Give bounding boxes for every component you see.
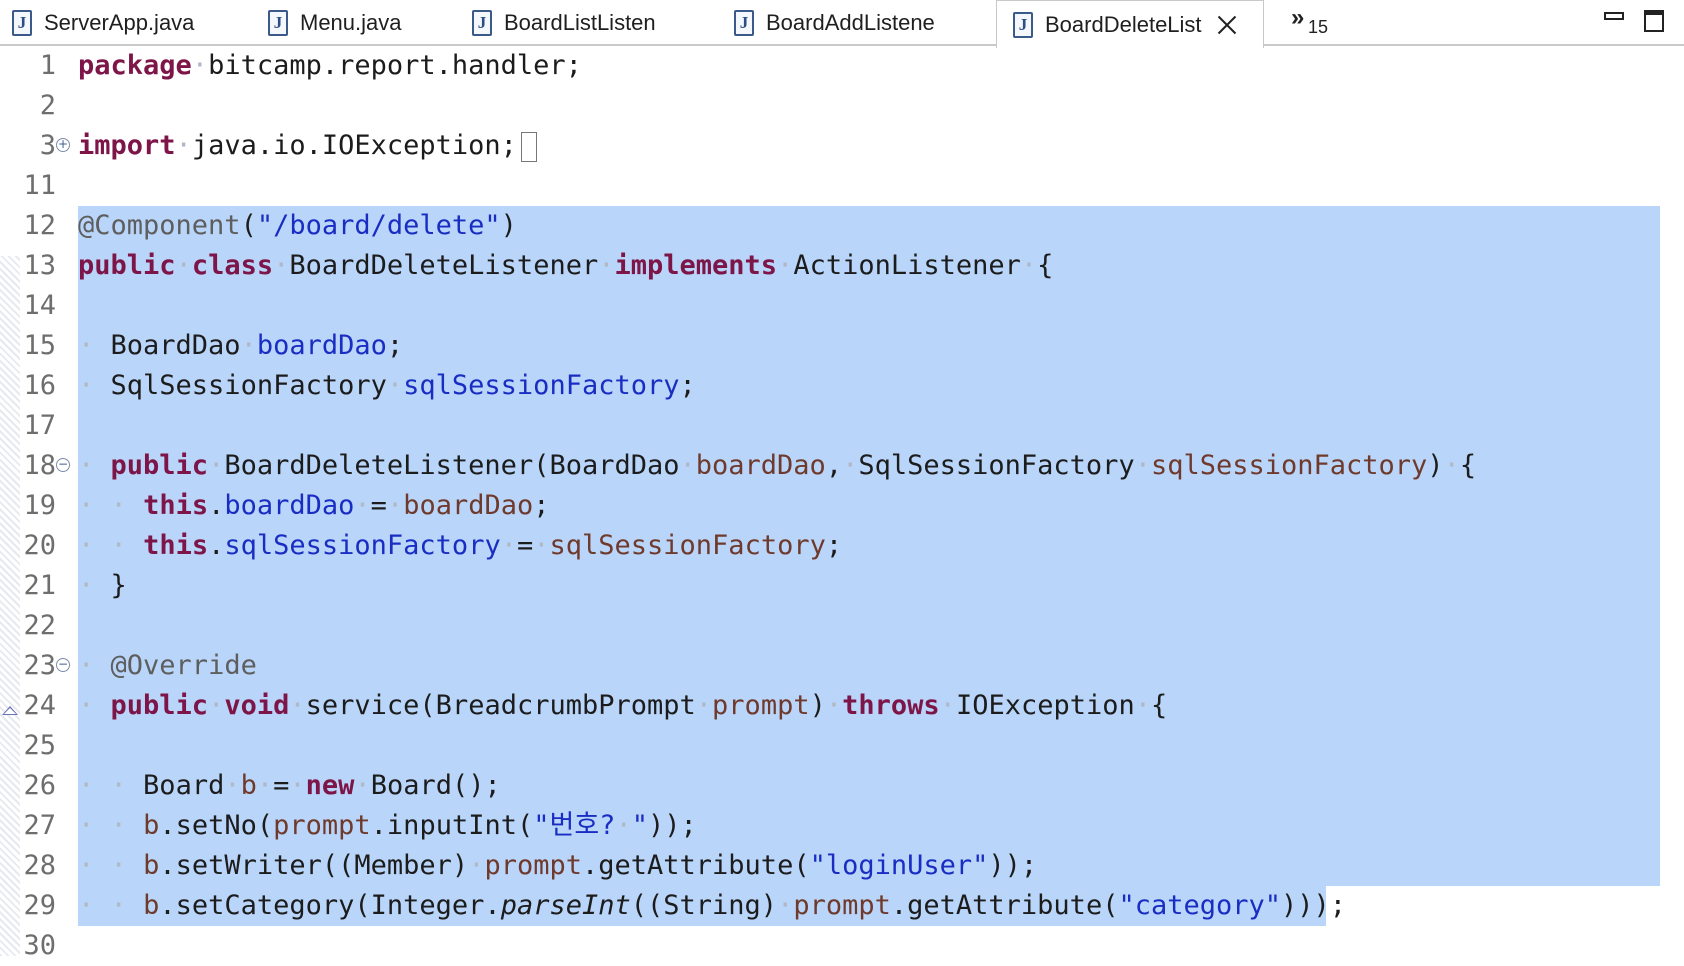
line-number: 16: [23, 370, 56, 401]
line-number: 24: [23, 690, 56, 721]
java-file-icon: J: [734, 10, 754, 36]
code-line: 25: [0, 726, 1684, 766]
code-line: 11: [0, 166, 1684, 206]
line-number: 29: [23, 890, 56, 921]
tab-label: BoardListListen: [504, 10, 656, 35]
java-file-icon: J: [268, 10, 288, 36]
code-text: import·java.io.IOException;: [78, 126, 537, 166]
code-text: @Component("/board/delete"): [78, 210, 517, 241]
line-number: 20: [23, 530, 56, 561]
line-number: 11: [23, 170, 56, 201]
code-line: 3 + import·java.io.IOException;: [0, 126, 1684, 166]
line-number: 22: [23, 610, 56, 641]
code-text: · public·void·service(BreadcrumbPrompt·p…: [78, 690, 1168, 721]
code-text: · public·BoardDeleteListener(BoardDao·bo…: [78, 450, 1477, 481]
code-line: 17: [0, 406, 1684, 446]
code-text: · @Override: [78, 650, 257, 681]
tab-label: BoardAddListene: [766, 10, 935, 35]
tab-menu[interactable]: J Menu.java: [268, 0, 402, 46]
code-text: · }: [78, 570, 127, 601]
code-line: 21 · }: [0, 566, 1684, 606]
collapse-fold-icon[interactable]: −: [56, 458, 70, 472]
tab-label: ServerApp.java: [44, 10, 195, 35]
code-line: 26 · · Board·b·=·new·Board();: [0, 766, 1684, 806]
expand-fold-icon[interactable]: +: [56, 138, 70, 152]
tab-serverapp[interactable]: J ServerApp.java: [12, 0, 194, 46]
minimize-icon[interactable]: [1604, 12, 1624, 20]
line-number: 2: [39, 90, 56, 121]
line-number: 21: [23, 570, 56, 601]
tab-label: Menu.java: [300, 10, 402, 35]
folded-code-marker[interactable]: [520, 131, 537, 162]
editor-tab-bar: J ServerApp.java J Menu.java J BoardList…: [0, 0, 1684, 48]
line-number: 28: [23, 850, 56, 881]
java-file-icon: J: [472, 10, 492, 36]
java-file-icon: J: [1013, 11, 1033, 38]
line-number: 1: [39, 50, 56, 81]
code-line: 14: [0, 286, 1684, 326]
code-line: 22: [0, 606, 1684, 646]
tab-overflow-icon[interactable]: »: [1291, 4, 1304, 32]
tab-boarddeletelist[interactable]: J BoardDeleteList: [996, 0, 1264, 48]
code-text: · · b.setCategory(Integer.parseInt((Stri…: [78, 890, 1347, 921]
line-number: 30: [23, 930, 56, 961]
line-number: 23: [23, 650, 56, 681]
code-line: 19 · · this.boardDao·=·boardDao;: [0, 486, 1684, 526]
code-text: · · Board·b·=·new·Board();: [78, 770, 501, 801]
code-line: 30: [0, 926, 1684, 966]
code-line: 27 · · b.setNo(prompt.inputInt("번호?·"));: [0, 806, 1684, 846]
tab-label: BoardDeleteList: [1045, 11, 1202, 37]
collapse-fold-icon[interactable]: −: [56, 658, 70, 672]
code-text: · BoardDao·boardDao;: [78, 330, 404, 361]
line-number: 18: [23, 450, 56, 481]
line-number: 15: [23, 330, 56, 361]
selection-highlight: [78, 646, 1660, 686]
java-file-icon: J: [12, 10, 32, 36]
line-number: 12: [23, 210, 56, 241]
line-number: 3: [39, 130, 56, 161]
line-number: 14: [23, 290, 56, 321]
selection-highlight: [78, 606, 1660, 646]
code-line: 2: [0, 86, 1684, 126]
line-number: 25: [23, 730, 56, 761]
close-tab-icon[interactable]: [1216, 14, 1238, 36]
tab-boardlistlisten[interactable]: J BoardListListen: [472, 0, 656, 46]
line-number: 19: [23, 490, 56, 521]
maximize-icon[interactable]: [1644, 10, 1664, 32]
code-line: 13 public·class·BoardDeleteListener·impl…: [0, 246, 1684, 286]
tab-boardaddlistene[interactable]: J BoardAddListene: [734, 0, 935, 46]
code-line: 16 · SqlSessionFactory·sqlSessionFactory…: [0, 366, 1684, 406]
selection-highlight: [78, 406, 1660, 446]
selection-highlight: [78, 566, 1660, 606]
code-line: 18 − · public·BoardDeleteListener(BoardD…: [0, 446, 1684, 486]
code-text: · · b.setNo(prompt.inputInt("번호?·"));: [78, 810, 697, 841]
code-line: 29 · · b.setCategory(Integer.parseInt((S…: [0, 886, 1684, 926]
code-text: public·class·BoardDeleteListener·impleme…: [78, 250, 1054, 281]
code-line: 24 · public·void·service(BreadcrumbPromp…: [0, 686, 1684, 726]
line-number: 26: [23, 770, 56, 801]
tab-overflow-count[interactable]: 15: [1308, 17, 1328, 38]
code-line: 23 − · @Override: [0, 646, 1684, 686]
code-text: · · b.setWriter((Member)·prompt.getAttri…: [78, 850, 1038, 881]
line-number: 13: [23, 250, 56, 281]
code-line: 12 @Component("/board/delete"): [0, 206, 1684, 246]
code-line: 15 · BoardDao·boardDao;: [0, 326, 1684, 366]
code-line: 28 · · b.setWriter((Member)·prompt.getAt…: [0, 846, 1684, 886]
code-line: 1 package·bitcamp.report.handler;: [0, 46, 1684, 86]
code-text: package·bitcamp.report.handler;: [78, 50, 582, 81]
code-text: · SqlSessionFactory·sqlSessionFactory;: [78, 370, 696, 401]
code-editor[interactable]: 1 package·bitcamp.report.handler; 2 3 + …: [0, 46, 1684, 961]
line-number: 17: [23, 410, 56, 441]
line-number: 27: [23, 810, 56, 841]
selection-highlight: [78, 286, 1660, 326]
code-text: · · this.sqlSessionFactory·=·sqlSessionF…: [78, 530, 843, 561]
selection-highlight: [78, 726, 1660, 766]
code-line: 20 · · this.sqlSessionFactory·=·sqlSessi…: [0, 526, 1684, 566]
code-text: · · this.boardDao·=·boardDao;: [78, 490, 550, 521]
